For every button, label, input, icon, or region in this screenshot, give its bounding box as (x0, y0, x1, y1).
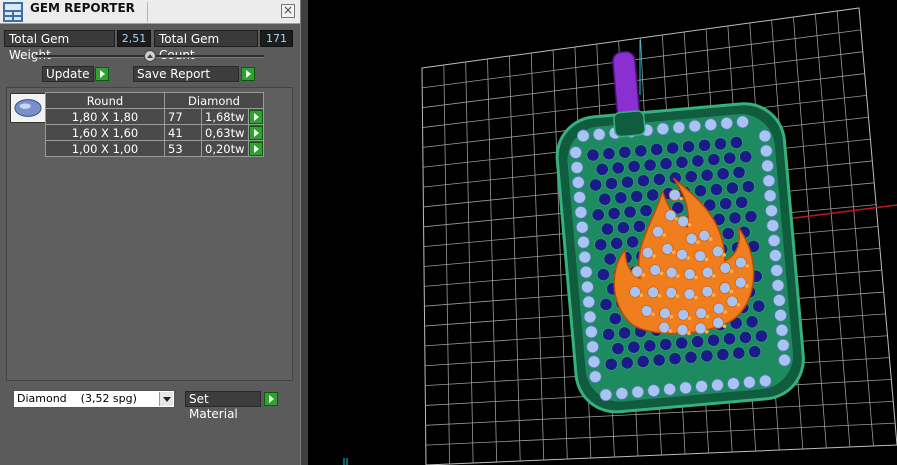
stone-mark (683, 268, 696, 280)
table-row[interactable]: 1,60 X 1,60 41 0,63tw (45, 124, 264, 141)
stone-mark (701, 285, 714, 298)
table-row[interactable]: 1,00 X 1,00 53 0,20tw (45, 140, 264, 157)
select-row-go-icon[interactable] (249, 125, 263, 140)
gem-reporter-panel: GEM REPORTER × Total Gem Weight 2,51 Tot… (0, 0, 300, 465)
stone-mark (734, 276, 747, 289)
stone-mark (649, 264, 662, 276)
grid-line (836, 10, 874, 447)
stone-mark (640, 305, 653, 317)
stone-mark (658, 321, 671, 334)
stone-mark (683, 288, 696, 301)
stone-mark (659, 307, 671, 320)
total-gem-count-label: Total Gem Count (154, 30, 258, 62)
gem-weight-cell: 0,63tw (201, 124, 249, 141)
gem-table: Round Diamond 1,80 X 1,80 77 1,68tw 1,60… (45, 92, 264, 157)
window-title: GEM REPORTER (30, 1, 135, 15)
stone-mark (712, 316, 724, 329)
material-select-value: Diamond (3,52 spg) (17, 392, 137, 405)
table-row[interactable]: 1,80 X 1,80 77 1,68tw (45, 108, 264, 125)
gem-size-cell: 1,60 X 1,60 (45, 124, 165, 141)
gem-count-cell: 77 (164, 108, 202, 125)
close-button[interactable]: × (281, 4, 295, 18)
stone-mark (647, 286, 660, 299)
stone-mark (668, 189, 681, 201)
total-gem-weight-label: Total Gem Weight (4, 30, 115, 62)
stone-mark (676, 248, 688, 261)
total-gem-weight-value: 2,51 (117, 30, 151, 47)
gem-weight-cell: 1,68tw (201, 108, 249, 125)
chevron-down-icon[interactable] (159, 392, 173, 406)
gem-reporter-icon (3, 2, 23, 22)
stone-mark (694, 250, 707, 262)
select-row-go-icon[interactable] (249, 109, 263, 124)
stone-mark (719, 282, 731, 294)
material-select[interactable]: Diamond (3,52 spg) (13, 390, 175, 408)
round-gem-icon[interactable] (10, 93, 46, 123)
gem-size-cell: 1,00 X 1,00 (45, 140, 165, 157)
stone-mark (651, 225, 664, 238)
stone-mark (711, 245, 724, 258)
stone-mark (695, 307, 708, 320)
stone-mark (734, 256, 747, 269)
save-report-button[interactable]: Save Report (133, 66, 239, 82)
gem-count-cell: 41 (164, 124, 202, 141)
stone-mark (701, 266, 714, 279)
stone-mark (661, 242, 674, 255)
save-report-go-icon[interactable] (241, 67, 255, 81)
select-row-go-icon[interactable] (249, 141, 263, 156)
total-gem-count-value: 171 (260, 30, 293, 47)
stone-mark (629, 285, 641, 298)
title-separator (147, 2, 148, 22)
stone-mark (677, 215, 689, 228)
viewport-scene (343, 7, 897, 465)
gem-weight-cell: 0,20tw (201, 140, 249, 157)
set-material-button[interactable]: Set Material (185, 391, 261, 421)
stone-mark (698, 229, 711, 242)
title-bar: GEM REPORTER × (0, 0, 300, 24)
stone-mark (685, 232, 698, 245)
set-material-go-icon[interactable] (264, 392, 278, 406)
stone-mark (712, 302, 725, 315)
pendant-model (555, 51, 805, 414)
shape-column-header: Round (45, 92, 165, 109)
panel-divider[interactable] (300, 0, 308, 465)
update-go-icon[interactable] (95, 67, 109, 81)
grid-line (814, 13, 851, 448)
stone-mark (726, 295, 739, 308)
stone-mark (664, 209, 677, 222)
stone-mark (676, 323, 689, 336)
stone-mark (631, 265, 644, 278)
stone-mark (641, 246, 654, 259)
gem-count-cell: 53 (164, 140, 202, 157)
gem-size-cell: 1,80 X 1,80 (45, 108, 165, 125)
stone-mark (694, 322, 707, 335)
3d-viewport[interactable] (308, 0, 897, 465)
stone-mark (677, 308, 690, 321)
update-button[interactable]: Update (42, 66, 94, 82)
stone-mark (719, 262, 732, 274)
collapse-toggle-icon[interactable] (144, 50, 156, 62)
material-column-header: Diamond (164, 92, 264, 109)
stone-mark (665, 286, 678, 299)
stone-mark (665, 266, 678, 279)
